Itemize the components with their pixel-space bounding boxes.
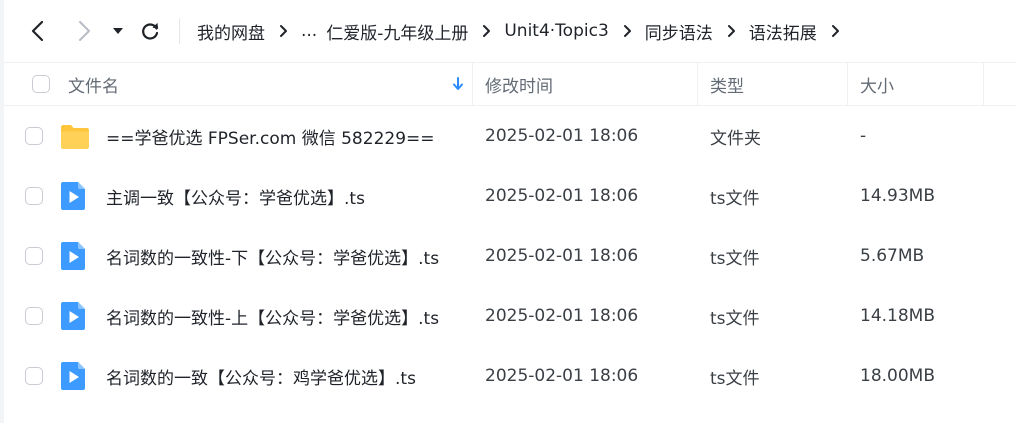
chevron-right-icon [79,21,90,41]
breadcrumb-chevron-icon [727,24,736,38]
video-file-icon [60,166,86,226]
row-checkbox[interactable] [25,247,43,265]
forward-button[interactable] [70,17,98,45]
file-row[interactable]: 名词数的一致性-下【公众号：学爸优选】.ts 2025-02-01 18:06 … [4,226,1016,286]
row-checkbox[interactable] [25,367,43,385]
file-size: 5.67MB [860,246,925,266]
file-modified: 2025-02-01 18:06 [485,186,639,206]
column-divider[interactable] [697,63,698,105]
column-header-name[interactable]: 文件名 [68,63,119,105]
file-table-header: 文件名 修改时间 类型 大小 [4,62,1016,106]
row-checkbox-cell [25,346,43,406]
column-divider[interactable] [472,63,473,105]
row-checkbox-cell [25,226,43,286]
file-size: 18.00MB [860,366,935,386]
file-size: 14.93MB [860,186,935,206]
file-name[interactable]: 名词数的一致【公众号：鸡学爸优选】.ts [106,346,416,406]
file-name[interactable]: 名词数的一致性-下【公众号：学爸优选】.ts [106,226,439,286]
video-file-icon [60,286,86,346]
row-checkbox[interactable] [25,127,43,145]
select-all-cell [32,63,50,105]
file-name[interactable]: ==学爸优选 FPSer.com 微信 582229== [106,106,435,166]
breadcrumb-ellipsis[interactable]: ... [301,21,317,41]
column-divider[interactable] [983,63,984,105]
breadcrumb-item-current[interactable]: 语法拓展 [749,19,817,44]
row-checkbox-cell [25,166,43,226]
refresh-icon [142,22,159,40]
file-type: ts文件 [710,188,760,209]
breadcrumb-chevron-icon [831,24,840,38]
file-row[interactable]: 名词数的一致【公众号：鸡学爸优选】.ts 2025-02-01 18:06 ts… [4,346,1016,406]
file-modified: 2025-02-01 18:06 [485,366,639,386]
history-dropdown-button[interactable] [107,17,129,45]
column-header-modified[interactable]: 修改时间 [485,63,553,105]
file-row[interactable]: 主调一致【公众号：学爸优选】.ts 2025-02-01 18:06 ts文件 … [4,166,1016,226]
file-modified: 2025-02-01 18:06 [485,306,639,326]
caret-down-icon [113,28,123,34]
sort-descending-icon[interactable] [451,76,465,92]
breadcrumb: 我的网盘 ... 仁爱版-九年级上册 Unit4·Topic3 同步语法 语法拓… [197,0,853,62]
row-checkbox-cell [25,106,43,166]
file-list: ==学爸优选 FPSer.com 微信 582229== 2025-02-01 … [4,106,1016,406]
row-checkbox[interactable] [25,307,43,325]
column-divider[interactable] [847,63,848,105]
row-checkbox-cell [25,286,43,346]
file-type: ts文件 [710,368,760,389]
file-row[interactable]: ==学爸优选 FPSer.com 微信 582229== 2025-02-01 … [4,106,1016,166]
file-size: 14.18MB [860,306,935,326]
breadcrumb-item-unit[interactable]: Unit4·Topic3 [504,21,608,41]
folder-icon [60,106,90,166]
breadcrumb-item-grade[interactable]: 仁爱版-九年级上册 [326,19,468,44]
refresh-button[interactable] [136,17,164,45]
file-type: ts文件 [710,248,760,269]
select-all-checkbox[interactable] [32,75,50,93]
file-modified: 2025-02-01 18:06 [485,126,639,146]
video-file-icon [60,346,86,406]
back-button[interactable] [24,17,52,45]
file-row[interactable]: 名词数的一致性-上【公众号：学爸优选】.ts 2025-02-01 18:06 … [4,286,1016,346]
file-size: - [860,126,867,146]
breadcrumb-chevron-icon [482,24,491,38]
breadcrumb-item-grammar[interactable]: 同步语法 [645,19,713,44]
video-file-icon [60,226,86,286]
file-name[interactable]: 名词数的一致性-上【公众号：学爸优选】.ts [106,286,439,346]
toolbar-divider [179,18,180,44]
toolbar: 我的网盘 ... 仁爱版-九年级上册 Unit4·Topic3 同步语法 语法拓… [4,0,1016,62]
file-type: ts文件 [710,308,760,329]
chevron-left-icon [31,20,44,42]
file-name[interactable]: 主调一致【公众号：学爸优选】.ts [106,166,365,226]
file-type: 文件夹 [710,128,761,149]
file-modified: 2025-02-01 18:06 [485,246,639,266]
breadcrumb-chevron-icon [623,24,632,38]
breadcrumb-item-root[interactable]: 我的网盘 [197,19,265,44]
column-header-size[interactable]: 大小 [860,63,894,105]
breadcrumb-chevron-icon [279,24,288,38]
column-header-type[interactable]: 类型 [710,63,744,105]
row-checkbox[interactable] [25,187,43,205]
